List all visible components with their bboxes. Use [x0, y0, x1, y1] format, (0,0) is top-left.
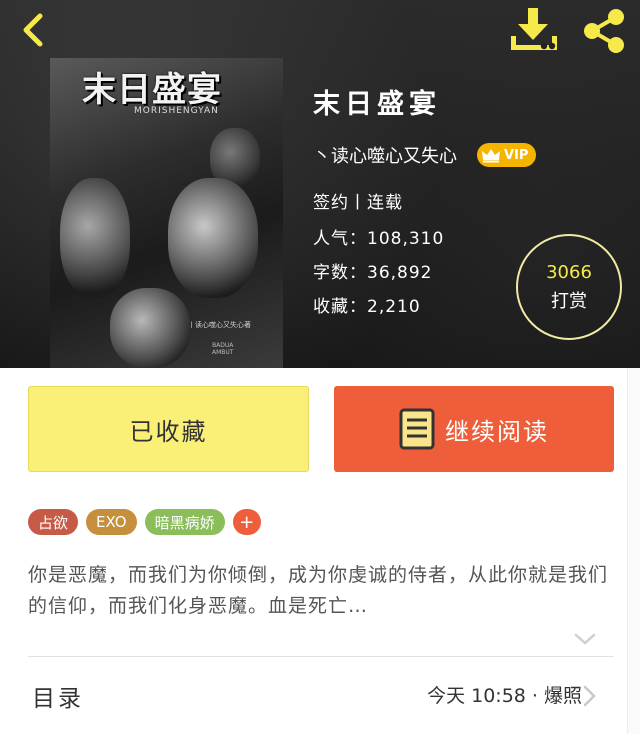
book-status: 签约丨连载 [313, 193, 403, 213]
catalog-label: 目录 [32, 686, 84, 712]
cover-badge-line: AMBUT [212, 349, 234, 356]
cover-badge-line: BADUA [212, 342, 234, 349]
download-button[interactable] [508, 6, 560, 54]
back-button[interactable] [14, 10, 54, 50]
book-favorites: 收藏：2,210 [313, 297, 421, 317]
author-link[interactable]: 丶读心噬心又失心 VIP [313, 142, 537, 168]
cover-figure [60, 178, 130, 298]
latest-update: 今天 10:58 · 爆照 [427, 685, 582, 707]
tip-button[interactable]: 3066 打赏 [516, 234, 622, 340]
vip-badge: VIP [477, 143, 537, 167]
book-header: 末日盛宴 MORISHENGYAN 丨读心噬心又失心著 BADUA AMBUT … [0, 0, 640, 368]
cover-title: 末日盛宴 [82, 70, 222, 110]
cover-figure [110, 288, 190, 368]
share-icon [584, 9, 624, 53]
add-tag-button[interactable]: + [232, 509, 261, 535]
book-cover[interactable]: 末日盛宴 MORISHENGYAN 丨读心噬心又失心著 BADUA AMBUT [50, 58, 283, 368]
continue-reading-label: 继续阅读 [445, 417, 549, 446]
continue-reading-button[interactable]: 继续阅读 [334, 386, 614, 472]
vip-label: VIP [504, 147, 529, 163]
cover-badge: BADUA AMBUT [212, 342, 233, 356]
scrollbar[interactable] [627, 368, 640, 734]
tag-list: 占欲 EXO 暗黑病娇 + [28, 509, 269, 535]
catalog-row[interactable]: 目录 今天 10:58 · 爆照 [0, 657, 640, 734]
collected-label: 已收藏 [129, 417, 208, 446]
cover-figure [168, 178, 258, 298]
cover-subtitle: MORISHENGYAN [134, 106, 219, 116]
cover-author: 丨读心噬心又失心著 [188, 321, 251, 329]
download-icon [511, 8, 557, 50]
book-title: 末日盛宴 [313, 89, 441, 120]
collected-button[interactable]: 已收藏 [28, 386, 309, 472]
book-popularity: 人气：108,310 [313, 229, 445, 249]
book-description[interactable]: 你是恶魔，而我们为你倾倒，成为你虔诚的侍者，从此你就是我们的信仰，而我们化身恶魔… [28, 560, 608, 622]
tag-item[interactable]: EXO [86, 509, 137, 535]
tip-count: 3066 [546, 261, 592, 283]
chevron-right-icon [583, 685, 596, 707]
book-icon [399, 408, 435, 450]
crown-icon [482, 149, 500, 163]
tag-item[interactable]: 暗黑病娇 [144, 509, 225, 535]
expand-description-button[interactable] [572, 626, 598, 652]
share-button[interactable] [580, 8, 628, 54]
chevron-down-icon [574, 633, 596, 645]
tip-label: 打赏 [551, 290, 587, 312]
author-name: 丶读心噬心又失心 [313, 146, 457, 167]
chevron-left-icon [23, 13, 43, 47]
book-word-count: 字数：36,892 [313, 263, 433, 283]
tag-item[interactable]: 占欲 [28, 509, 79, 535]
